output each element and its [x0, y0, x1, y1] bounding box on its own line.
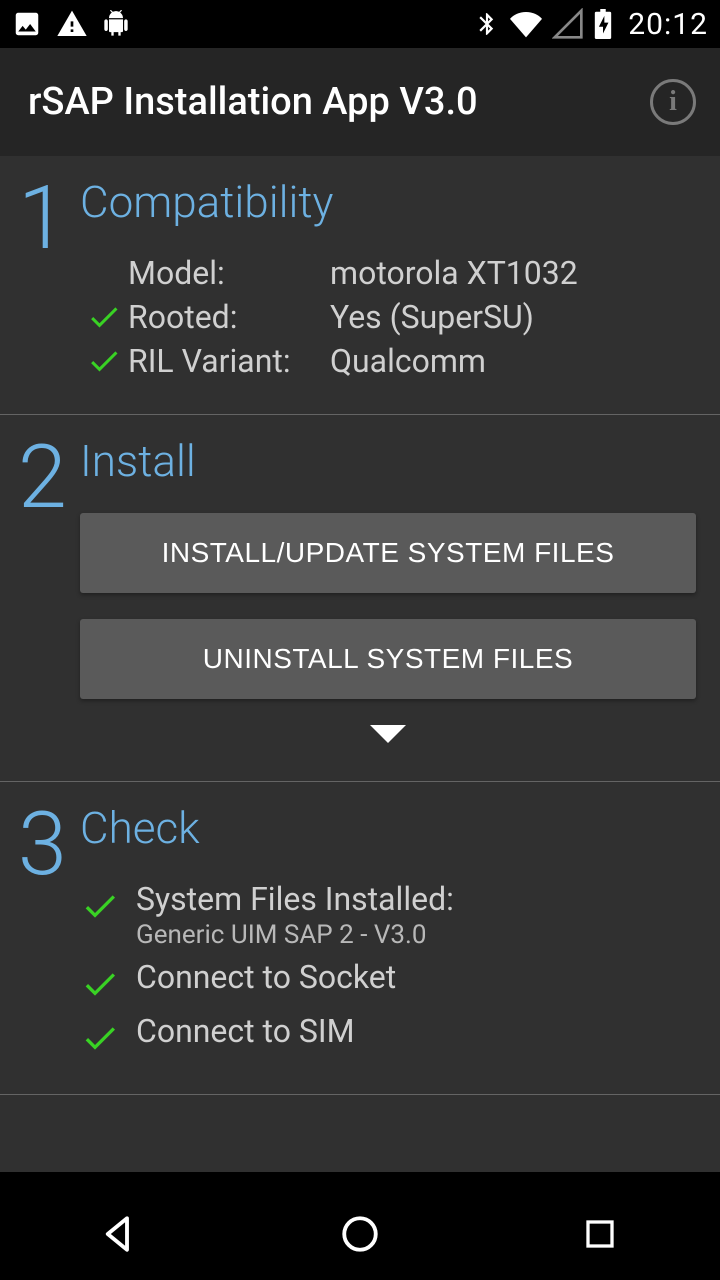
check-icon [80, 958, 136, 1004]
row-label: Model: [128, 254, 330, 292]
check-text: System Files Installed: [136, 880, 454, 918]
section-check: 3 Check System Files Installed: Generic … [0, 782, 720, 1095]
check-text: Connect to Socket [136, 958, 396, 996]
section-title: Compatibility [80, 176, 696, 228]
row-model: Model: motorola XT1032 [80, 254, 696, 292]
status-bar: 20:12 [0, 0, 720, 48]
app-bar: rSAP Installation App V3.0 i [0, 48, 720, 156]
info-icon[interactable]: i [650, 79, 696, 125]
check-icon [80, 299, 128, 335]
check-system-files: System Files Installed: Generic UIM SAP … [80, 880, 696, 950]
install-update-button[interactable]: INSTALL/UPDATE SYSTEM FILES [80, 513, 696, 593]
main-content: 1 Compatibility Model: motorola XT1032 R… [0, 156, 720, 1172]
battery-charging-icon [594, 9, 612, 39]
check-icon [80, 343, 128, 379]
row-value: Qualcomm [330, 342, 486, 380]
navigation-bar [0, 1188, 720, 1280]
row-label: RIL Variant: [128, 342, 330, 380]
check-connect-socket: Connect to Socket [80, 958, 696, 1004]
check-text: Connect to SIM [136, 1012, 355, 1050]
section-title: Check [80, 802, 696, 854]
step-number: 1 [18, 184, 80, 254]
wifi-icon [510, 8, 542, 40]
status-time: 20:12 [628, 7, 708, 42]
section-install: 2 Install INSTALL/UPDATE SYSTEM FILES UN… [0, 415, 720, 782]
row-label: Rooted: [128, 298, 330, 336]
spacer [0, 1095, 720, 1172]
home-button[interactable] [300, 1213, 420, 1255]
android-debug-icon [102, 10, 130, 38]
step-number: 3 [18, 810, 80, 880]
recent-apps-button[interactable] [540, 1216, 660, 1252]
uninstall-button[interactable]: UNINSTALL SYSTEM FILES [80, 619, 696, 699]
bluetooth-icon [474, 11, 500, 37]
check-icon [80, 880, 136, 926]
back-button[interactable] [60, 1213, 180, 1255]
row-ril-variant: RIL Variant: Qualcomm [80, 342, 696, 380]
row-value: motorola XT1032 [330, 254, 578, 292]
section-compatibility: 1 Compatibility Model: motorola XT1032 R… [0, 156, 720, 415]
section-title: Install [80, 435, 696, 487]
warning-icon [56, 8, 88, 40]
step-number: 2 [18, 443, 80, 513]
cell-signal-icon [552, 8, 584, 40]
check-icon [80, 1012, 136, 1058]
picture-icon [12, 9, 42, 39]
app-title: rSAP Installation App V3.0 [28, 80, 478, 124]
row-rooted: Rooted: Yes (SuperSU) [80, 298, 696, 336]
check-connect-sim: Connect to SIM [80, 1012, 696, 1058]
bottom-gap [0, 1172, 720, 1188]
row-value: Yes (SuperSU) [330, 298, 534, 336]
expand-more-icon[interactable] [370, 725, 406, 749]
check-subtext: Generic UIM SAP 2 - V3.0 [136, 920, 454, 950]
